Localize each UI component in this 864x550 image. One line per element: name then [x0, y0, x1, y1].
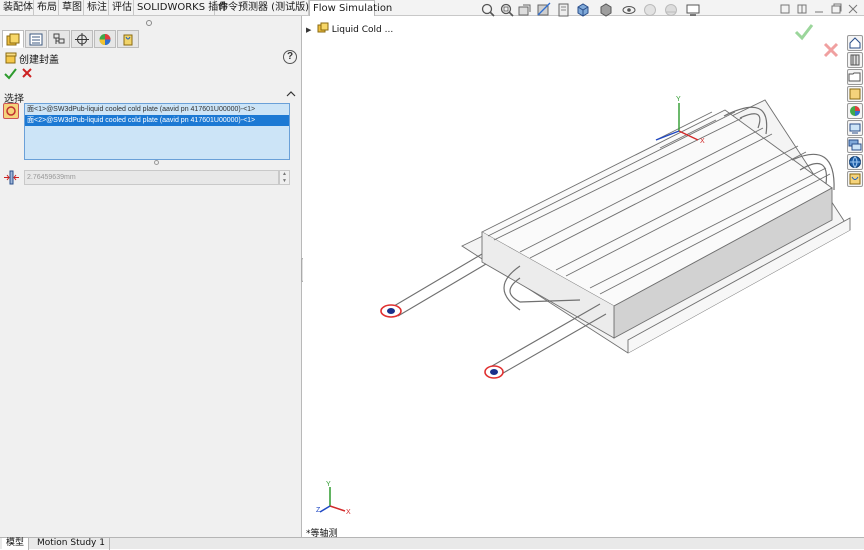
dimxpert-icon [75, 33, 89, 46]
flow-analysis-tree-icon [123, 34, 133, 46]
list-resize-handle[interactable] [154, 160, 159, 165]
property-manager-panel: 创建封盖 ? 选择 面<1>@SW3dPub-liquid cooled col… [0, 16, 302, 537]
model-tabs: 模型 Motion Study 1 [0, 537, 864, 550]
tab-assembly[interactable]: 装配体 [0, 0, 34, 16]
appearance-tab[interactable] [94, 30, 116, 48]
tab-flow-simulation[interactable]: Flow Simulation [309, 0, 392, 16]
spinner-down-icon[interactable]: ▼ [280, 178, 289, 185]
dimxpert-tab[interactable] [71, 30, 93, 48]
manager-tabs [0, 30, 302, 48]
face-list-item[interactable]: 面<1>@SW3dPub-liquid cooled cold plate (a… [25, 104, 289, 115]
property-manager-title: 创建封盖 [19, 55, 59, 66]
tab-command-predictor[interactable]: 命令预测器 (测试版) [215, 0, 309, 16]
lid-thickness-field[interactable]: 2.76459639mm [24, 170, 279, 185]
configurationmanager-icon [53, 33, 65, 44]
model-triad-x-label: X [700, 138, 705, 145]
close-window-icon[interactable] [847, 3, 859, 15]
maximize-window-icon[interactable] [830, 3, 842, 15]
spinner-up-icon[interactable]: ▲ [280, 171, 289, 178]
minimize-window-icon[interactable] [813, 3, 825, 15]
tab-layout[interactable]: 布局 [34, 0, 59, 16]
help-icon[interactable]: ? [283, 50, 297, 64]
collapse-chevron-icon[interactable] [286, 90, 296, 98]
ok-button[interactable] [4, 67, 17, 80]
propertymanager-tab[interactable] [25, 30, 47, 48]
tab-motion-study[interactable]: Motion Study 1 [33, 538, 110, 550]
flow-analysis-tree-tab[interactable] [117, 30, 139, 48]
featuremanager-icon [6, 33, 20, 46]
restore-window-icon[interactable] [796, 3, 808, 15]
triad-y-label: Y [326, 481, 331, 488]
cold-plate-model[interactable]: Y X [303, 16, 864, 537]
selected-faces-list[interactable]: 面<1>@SW3dPub-liquid cooled cold plate (a… [24, 103, 290, 160]
face-list-item-selected[interactable]: 面<2>@SW3dPub-liquid cooled cold plate (a… [25, 115, 289, 126]
triad-z-label: Z [316, 507, 321, 514]
cancel-button[interactable] [21, 67, 33, 79]
tab-evaluate[interactable]: 评估 [109, 0, 134, 16]
configurationmanager-tab[interactable] [48, 30, 70, 48]
tab-markup[interactable]: 标注 [84, 0, 109, 16]
lid-face-1-inner [387, 308, 395, 314]
command-manager-tabs: 装配体 布局 草图 标注 评估 SOLIDWORKS 插件 命令预测器 (测试版… [0, 0, 864, 16]
featuremanager-tab[interactable] [2, 30, 24, 48]
model-triad-y-label: Y [676, 96, 681, 103]
face-icon [6, 106, 16, 116]
lid-face-2-inner [490, 369, 498, 375]
coordinate-triad: Y X Z [316, 481, 351, 516]
triad-x-label: X [346, 509, 351, 516]
thickness-icon [4, 170, 19, 185]
appearance-icon [99, 34, 111, 45]
propertymanager-icon [29, 33, 43, 46]
tab-solidworks-addins[interactable]: SOLIDWORKS 插件 [134, 0, 228, 16]
face-selection-icon [3, 103, 19, 119]
tab-sketch[interactable]: 草图 [59, 0, 84, 16]
tile-window-icon[interactable] [779, 3, 791, 15]
panel-grip-handle[interactable] [146, 20, 152, 26]
thickness-spinner[interactable]: ▲ ▼ [279, 170, 290, 185]
create-lid-icon [5, 52, 17, 64]
tab-model[interactable]: 模型 [2, 538, 30, 550]
